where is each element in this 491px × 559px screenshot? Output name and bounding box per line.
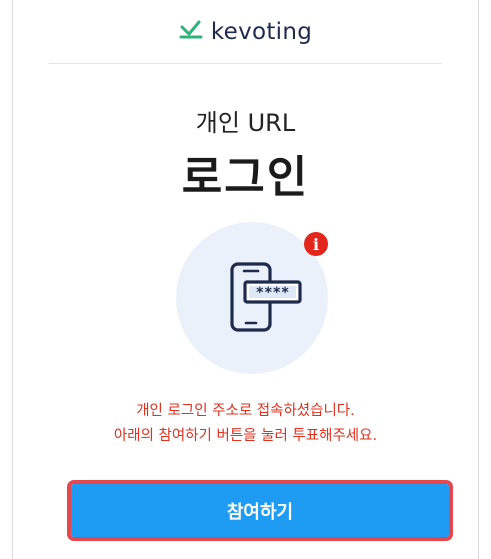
message-line-2: 아래의 참여하기 버튼을 눌러 투표해주세요. xyxy=(113,428,378,444)
kevoting-logo-icon xyxy=(179,19,205,45)
login-illustration: **** i xyxy=(176,222,328,374)
login-subtitle: 개인 URL xyxy=(195,109,296,137)
logo: kevoting xyxy=(179,19,312,45)
header: kevoting xyxy=(13,0,478,64)
logo-text: kevoting xyxy=(210,19,313,45)
info-badge-text: i xyxy=(312,234,320,254)
login-title: 로그인 xyxy=(181,152,310,203)
password-mask: **** xyxy=(256,285,290,301)
join-button[interactable]: 참여하기 xyxy=(71,484,449,537)
app-frame: kevoting 개인 URL 로그인 **** i 개인 로그인 주소로 접속… xyxy=(12,0,479,559)
info-badge-icon: i xyxy=(304,232,328,256)
header-divider xyxy=(49,63,442,64)
message-line-1: 개인 로그인 주소로 접속하셨습니다. xyxy=(136,403,355,419)
